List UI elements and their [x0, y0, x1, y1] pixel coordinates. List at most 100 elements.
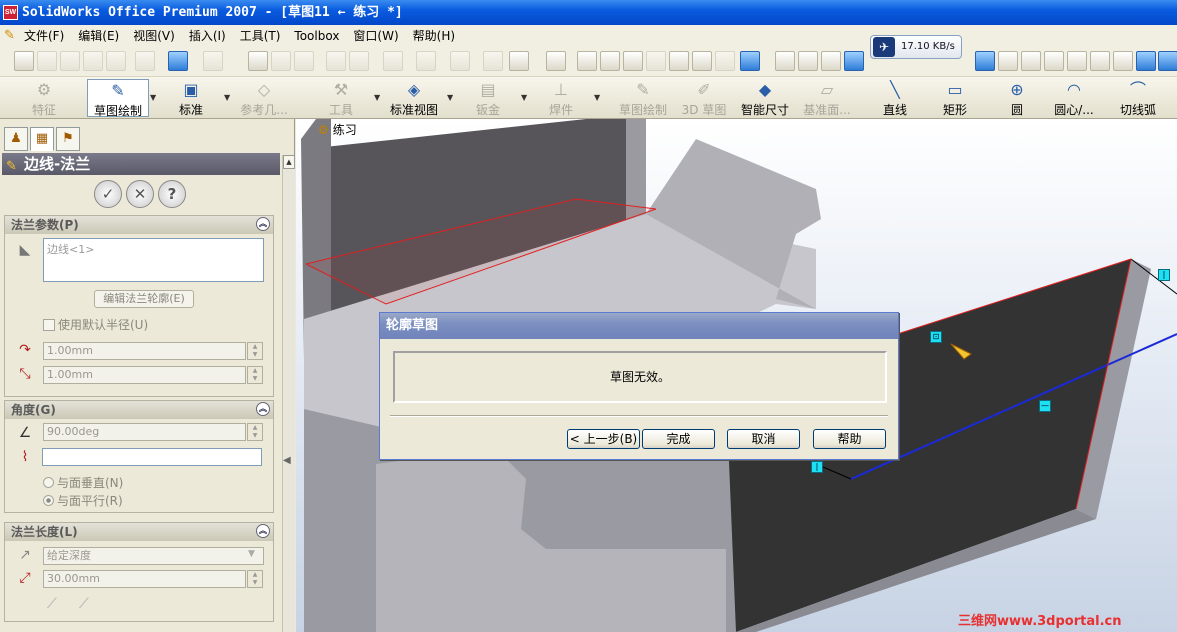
cm-plane-button[interactable]: ▱ 基准面... [803, 79, 851, 117]
wireframe-icon[interactable] [775, 51, 795, 71]
select-filter-icon[interactable] [271, 51, 291, 71]
left-view-icon[interactable] [1044, 51, 1064, 71]
cm-line-button[interactable]: ╲ 直线 [878, 79, 912, 117]
finish-button[interactable]: 完成 [642, 429, 715, 449]
solidworks-menu-logo-icon[interactable]: ✎ [4, 28, 20, 44]
bend-radius-spinner[interactable]: ▲ ▼ [247, 342, 263, 360]
cm-reference-geometry-button[interactable]: ◇ 参考几... [236, 79, 292, 117]
menu-edit[interactable]: 编辑(E) [78, 27, 119, 44]
save-icon[interactable] [60, 51, 80, 71]
rebuild-icon[interactable] [294, 51, 314, 71]
chevron-down-icon[interactable]: ▼ [248, 549, 255, 559]
front-view-icon[interactable] [998, 51, 1018, 71]
cm-weldments-dropdown-icon[interactable]: ▼ [594, 93, 600, 102]
cm-centerpoint-arc-button[interactable]: ◠ 圆心/... [1050, 79, 1098, 117]
roll-view-icon[interactable] [715, 51, 735, 71]
flange-angle-field[interactable]: 90.00deg [43, 423, 246, 441]
back-button[interactable]: < 上一步(B) [567, 429, 640, 449]
drawing-icon[interactable] [450, 51, 470, 71]
flange-length-spinner[interactable]: ▲ ▼ [247, 570, 263, 588]
select-icon[interactable] [248, 51, 268, 71]
cm-sheet-metal-button[interactable]: ▤ 钣金 [468, 79, 508, 117]
smart-dimension-small-icon[interactable] [349, 51, 369, 71]
sketch-relation-marker[interactable]: | [1158, 269, 1170, 281]
edit-flange-profile-button[interactable]: 编辑法兰轮廓(E) [94, 290, 194, 308]
zoom-selection-icon[interactable] [646, 51, 666, 71]
property-manager-tab-icon[interactable]: ▦ [30, 127, 54, 151]
ok-button[interactable]: ✓ [94, 180, 122, 208]
cm-tangent-arc-button[interactable]: ⌒ 切线弧 [1118, 79, 1158, 117]
menu-tools[interactable]: 工具(T) [240, 27, 281, 44]
pan-icon[interactable] [692, 51, 712, 71]
inner-virtual-sharp-icon[interactable]: ⟋ [79, 596, 89, 612]
cm-sketch-dropdown-icon[interactable]: ▼ [150, 93, 156, 102]
edge-selection-list[interactable]: 边线<1> [43, 238, 264, 282]
shaded-with-edges-icon[interactable] [844, 51, 864, 71]
angle-header[interactable]: 角度(G) ︽ [5, 401, 273, 419]
menu-insert[interactable]: 插入(I) [189, 27, 226, 44]
cm-circle-button[interactable]: ⊕ 圆 [1003, 79, 1031, 117]
trimetric-view-icon[interactable] [1158, 51, 1177, 71]
panel-scrollbar[interactable]: ▲ ◀ [282, 155, 295, 632]
rotate-icon[interactable] [669, 51, 689, 71]
help-icon[interactable] [509, 51, 529, 71]
cm-standard-button[interactable]: ▣ 标准 [171, 79, 211, 117]
isometric-view-icon[interactable] [1136, 51, 1156, 71]
mirror-icon[interactable] [383, 51, 403, 71]
edit-sketch-icon[interactable] [326, 51, 346, 71]
back-view-icon[interactable] [1021, 51, 1041, 71]
end-condition-select[interactable]: 给定深度 [43, 547, 264, 565]
help-dialog-button[interactable]: 帮助 [813, 429, 886, 449]
right-view-icon[interactable] [1067, 51, 1087, 71]
select-face-field[interactable] [42, 448, 262, 466]
new-document-icon[interactable] [14, 51, 34, 71]
cm-tools-dropdown-icon[interactable]: ▼ [374, 93, 380, 102]
cm-smart-dimension-button[interactable]: ◆ 智能尺寸 [737, 79, 793, 117]
cm-3d-sketch-button[interactable]: ✐ 3D 草图 [680, 79, 728, 117]
gap-distance-spinner[interactable]: ▲ ▼ [247, 366, 263, 384]
zoom-to-fit-icon[interactable] [577, 51, 597, 71]
menu-file[interactable]: 文件(F) [24, 27, 64, 44]
open-icon[interactable] [37, 51, 57, 71]
view-orientation-icon[interactable] [740, 51, 760, 71]
splitter-grip-icon[interactable]: ◀ [283, 455, 291, 466]
help-button[interactable]: ? [158, 180, 186, 208]
top-view-icon[interactable] [1090, 51, 1110, 71]
cm-sketch-button[interactable]: ✎ 草图绘制 [87, 79, 149, 118]
menu-help[interactable]: 帮助(H) [413, 27, 455, 44]
options-icon[interactable] [483, 51, 503, 71]
cm-sheet-metal-dropdown-icon[interactable]: ▼ [521, 93, 527, 102]
feature-manager-tab-icon[interactable]: ♟ [4, 127, 28, 151]
undo-icon[interactable] [168, 51, 188, 71]
collapse-icon[interactable]: ︽ [256, 217, 270, 231]
print-preview-icon[interactable] [106, 51, 126, 71]
collapse-icon[interactable]: ︽ [256, 524, 270, 538]
cm-standard-dropdown-icon[interactable]: ▼ [224, 93, 230, 102]
cm-rectangle-button[interactable]: ▭ 矩形 [938, 79, 972, 117]
bend-radius-field[interactable]: 1.00mm [43, 342, 246, 360]
flange-parameters-header[interactable]: 法兰参数(P) ︽ [5, 216, 273, 234]
component-icon[interactable] [416, 51, 436, 71]
hidden-lines-removed-icon[interactable] [821, 51, 841, 71]
reverse-direction-icon[interactable]: ↗ [15, 545, 35, 565]
configuration-manager-tab-icon[interactable]: ⚑ [56, 127, 80, 151]
menu-toolbox[interactable]: Toolbox [294, 29, 339, 43]
gap-distance-field[interactable]: 1.00mm [43, 366, 246, 384]
cancel-button[interactable]: 取消 [727, 429, 800, 449]
sketch-relations-icon[interactable] [546, 51, 566, 71]
print-icon[interactable] [83, 51, 103, 71]
section-view-icon[interactable] [975, 51, 995, 71]
zoom-in-out-icon[interactable] [623, 51, 643, 71]
sketch-relation-marker[interactable]: ⊡ [930, 331, 942, 343]
redo-icon[interactable] [203, 51, 223, 71]
menu-window[interactable]: 窗口(W) [353, 27, 398, 44]
flange-length-header[interactable]: 法兰长度(L) ︽ [5, 523, 273, 541]
collapse-icon[interactable]: ︽ [256, 402, 270, 416]
flange-angle-spinner[interactable]: ▲ ▼ [247, 423, 263, 441]
flange-length-field[interactable]: 30.00mm [43, 570, 246, 588]
cm-standard-views-dropdown-icon[interactable]: ▼ [447, 93, 453, 102]
cm-standard-views-button[interactable]: ◈ 标准视图 [386, 79, 442, 117]
scroll-up-icon[interactable]: ▲ [283, 155, 295, 169]
sketch-relation-marker[interactable]: | [811, 461, 823, 473]
use-default-radius-checkbox[interactable]: 使用默认半径(U) [43, 316, 148, 333]
